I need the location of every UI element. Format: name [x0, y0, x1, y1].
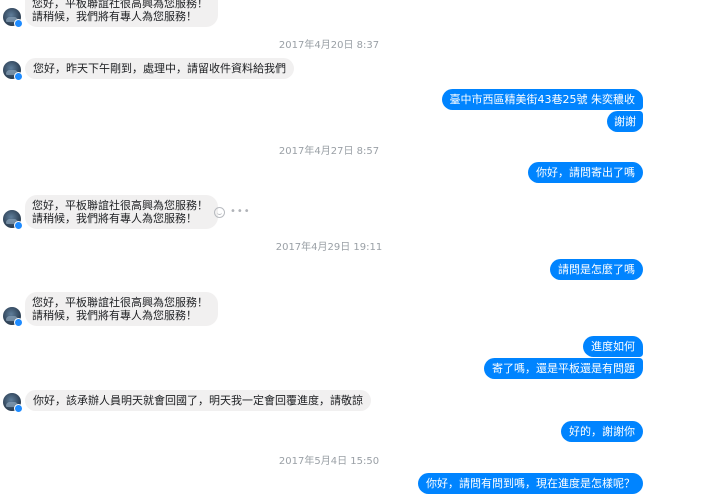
message-text: 您好，平板聯誼社很高興為您服務！ — [32, 0, 208, 10]
messenger-badge-icon — [14, 318, 23, 327]
contact-avatar[interactable] — [3, 307, 23, 327]
timestamp: 2017年5月4日 15:50 — [278, 456, 380, 467]
message-text: 進度如何 — [591, 340, 635, 353]
outgoing-message-bubble[interactable]: 你好，請問寄出了嗎 — [528, 162, 643, 183]
incoming-message-bubble[interactable]: 您好，昨天下午剛到，處理中，請留收件資料給我們 — [25, 58, 294, 79]
outgoing-message-bubble[interactable]: 請問是怎麼了嗎 — [550, 259, 643, 280]
message-text: 請稍候，我們將有專人為您服務！ — [32, 212, 197, 225]
message-text: 您好，平板聯誼社很高興為您服務！ — [32, 296, 208, 309]
outgoing-message-bubble[interactable]: 進度如何 — [583, 336, 643, 357]
message-text: 請問是怎麼了嗎 — [558, 263, 635, 276]
contact-avatar[interactable] — [3, 393, 23, 413]
messenger-badge-icon — [14, 72, 23, 81]
contact-avatar[interactable] — [3, 61, 23, 81]
contact-avatar[interactable] — [3, 8, 23, 28]
react-emoji-icon[interactable] — [214, 206, 225, 218]
message-text: 您好，昨天下午剛到，處理中，請留收件資料給我們 — [33, 62, 286, 75]
message-text: 你好，請問寄出了嗎 — [536, 166, 635, 179]
outgoing-message-bubble[interactable]: 你好，請問有問到嗎，現在進度是怎樣呢？ — [418, 473, 643, 494]
timestamp: 2017年4月27日 8:57 — [278, 146, 380, 157]
message-text: 寄了嗎，還是平板還是有問題 — [492, 362, 635, 375]
message-text: 你好，請問有問到嗎，現在進度是怎樣呢？ — [426, 477, 635, 490]
messenger-badge-icon — [14, 404, 23, 413]
messenger-badge-icon — [14, 221, 23, 230]
message-text: 謝謝 — [614, 115, 636, 128]
incoming-message-bubble[interactable]: 你好，該承辦人員明天就會回國了，明天我一定會回覆進度，請敬諒 — [25, 390, 371, 411]
incoming-message-bubble[interactable]: 您好，平板聯誼社很高興為您服務！ 請稍候，我們將有專人為您服務！ — [25, 292, 218, 326]
message-text: 好的，謝謝你 — [569, 425, 635, 438]
message-text: 請稍候，我們將有專人為您服務！ — [32, 10, 197, 23]
message-hover-actions: ••• — [214, 206, 251, 218]
message-thread: 您好，平板聯誼社很高興為您服務！ 請稍候，我們將有專人為您服務！ 2017年4月… — [0, 0, 720, 501]
more-options-icon[interactable]: ••• — [230, 207, 251, 217]
timestamp: 2017年4月20日 8:37 — [278, 40, 380, 51]
outgoing-message-bubble[interactable]: 臺中市西區精美街43巷25號 朱奕穠收 — [441, 89, 643, 110]
outgoing-message-bubble[interactable]: 寄了嗎，還是平板還是有問題 — [484, 358, 643, 379]
outgoing-message-bubble[interactable]: 謝謝 — [607, 111, 643, 132]
contact-avatar[interactable] — [3, 210, 23, 230]
messenger-badge-icon — [14, 19, 23, 28]
message-text: 請稍候，我們將有專人為您服務！ — [32, 309, 197, 322]
message-text: 你好，該承辦人員明天就會回國了，明天我一定會回覆進度，請敬諒 — [33, 394, 363, 407]
incoming-message-bubble[interactable]: 您好，平板聯誼社很高興為您服務！ 請稍候，我們將有專人為您服務！ — [25, 195, 218, 229]
timestamp: 2017年4月29日 19:11 — [275, 242, 383, 253]
incoming-message-bubble[interactable]: 您好，平板聯誼社很高興為您服務！ 請稍候，我們將有專人為您服務！ — [25, 0, 218, 27]
outgoing-message-bubble[interactable]: 好的，謝謝你 — [561, 421, 643, 442]
message-text: 您好，平板聯誼社很高興為您服務！ — [32, 199, 208, 212]
message-text: 臺中市西區精美街43巷25號 朱奕穠收 — [449, 93, 636, 106]
